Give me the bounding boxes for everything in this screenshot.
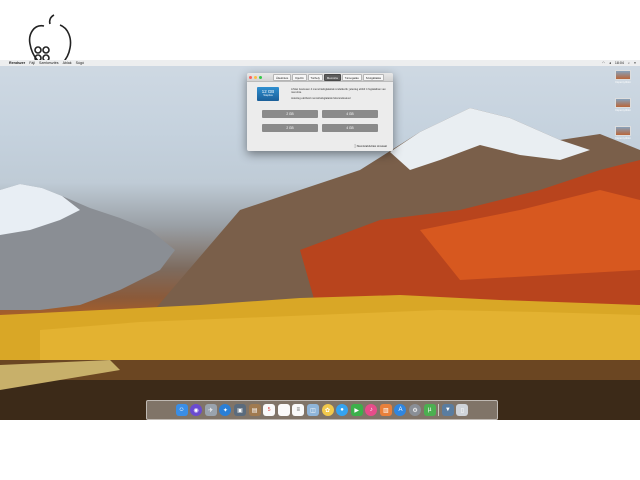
menu-item-help[interactable]: Súgó: [76, 61, 84, 65]
tab-memory[interactable]: Memória: [323, 74, 341, 81]
preview-icon[interactable]: ◫: [306, 404, 319, 416]
menu-bar: Rendszer Fájl Szerkesztés Ablak Súgó ◠ ◂…: [0, 60, 640, 66]
tab-overview[interactable]: Áttekintés: [273, 74, 292, 81]
close-icon[interactable]: [249, 75, 252, 79]
memory-slot: 2 GB: [262, 124, 318, 132]
safari-icon[interactable]: ✦: [219, 404, 232, 416]
itunes-icon[interactable]: ♪: [365, 404, 378, 416]
folder-icon[interactable]: ▼: [441, 404, 454, 416]
page: Rendszer Fájl Szerkesztés Ablak Súgó ◠ ◂…: [0, 0, 640, 480]
volume-icon[interactable]: ◂: [609, 61, 611, 65]
tab-bar: Áttekintés Kijelző Tárhely Memória Támog…: [273, 74, 385, 81]
tab-support[interactable]: Támogatás: [341, 74, 362, 81]
wifi-icon[interactable]: ◠: [602, 61, 605, 65]
siri-icon[interactable]: ◉: [190, 404, 203, 416]
reminders-icon[interactable]: [277, 404, 290, 416]
menu-item-file[interactable]: Fájl: [29, 61, 35, 65]
menu-list-icon[interactable]: ≡: [634, 61, 636, 65]
window-titlebar: Áttekintés Kijelző Tárhely Memória Támog…: [247, 73, 393, 82]
minimize-icon[interactable]: [254, 75, 257, 79]
memory-desc-1: A Mac összesen 4 memóriafoglalattal rend…: [291, 88, 386, 95]
tab-displays[interactable]: Kijelző: [292, 74, 307, 81]
clock[interactable]: 18:04: [615, 61, 624, 65]
memory-upgrade-link[interactable]: ⓘ Memóriabővítési útmutató: [354, 144, 387, 148]
appstore-icon[interactable]: A: [394, 404, 407, 416]
calendar-icon[interactable]: 5: [263, 404, 276, 416]
utorrent-icon[interactable]: µ: [423, 404, 436, 416]
memory-desc-2: Jelenleg elérhető memóriafoglalatok fels…: [291, 96, 351, 100]
messages-icon[interactable]: ●: [336, 404, 349, 416]
window-body: 12 GB Telepítve A Mac összesen 4 memória…: [247, 82, 393, 101]
desktop-file-icon[interactable]: Képernyőfotó: [614, 98, 632, 112]
settings-icon[interactable]: ⚙: [409, 404, 422, 416]
finder-icon[interactable]: ☺: [175, 404, 188, 416]
desktop-file-icon[interactable]: Képernyőfotó: [614, 70, 632, 84]
tab-service[interactable]: Szolgáltatás: [362, 74, 385, 81]
tab-storage[interactable]: Tárhely: [307, 74, 323, 81]
menu-item-rendszer[interactable]: Rendszer: [9, 61, 25, 65]
books-icon[interactable]: ▥: [379, 404, 392, 416]
list-icon[interactable]: ≡: [292, 404, 305, 416]
memory-slot: 4 GB: [322, 124, 378, 132]
dock: ☺ ◉ ✈ ✦ ▣ ▤ 5 ≡ ◫ ✿ ● ▶ ♪ ▥ A ⚙ µ ▼ ▯: [146, 400, 498, 420]
memory-slot: 4 GB: [322, 110, 378, 118]
memory-installed-label: Telepítve: [263, 94, 273, 97]
memory-description: A Mac összesen 4 memóriafoglalattal rend…: [291, 88, 387, 102]
notes-icon[interactable]: ▤: [248, 404, 261, 416]
launchpad-icon[interactable]: ✈: [204, 404, 217, 416]
zoom-icon[interactable]: [259, 75, 262, 79]
photos-icon[interactable]: ✿: [321, 404, 334, 416]
desktop-file-icon[interactable]: Képernyőfotó: [614, 126, 632, 140]
about-this-mac-window: Áttekintés Kijelző Tárhely Memória Támog…: [247, 73, 393, 151]
menu-item-window[interactable]: Ablak: [63, 61, 72, 65]
dock-separator: [438, 404, 440, 416]
photo-icon[interactable]: ▣: [233, 404, 246, 416]
memory-chip-icon: 12 GB Telepítve: [257, 87, 279, 101]
trash-icon[interactable]: ▯: [456, 404, 469, 416]
menu-item-edit[interactable]: Szerkesztés: [39, 61, 59, 65]
memory-slot: 2 GB: [262, 110, 318, 118]
search-icon[interactable]: ⌕: [628, 61, 630, 65]
facetime-icon[interactable]: ▶: [350, 404, 363, 416]
